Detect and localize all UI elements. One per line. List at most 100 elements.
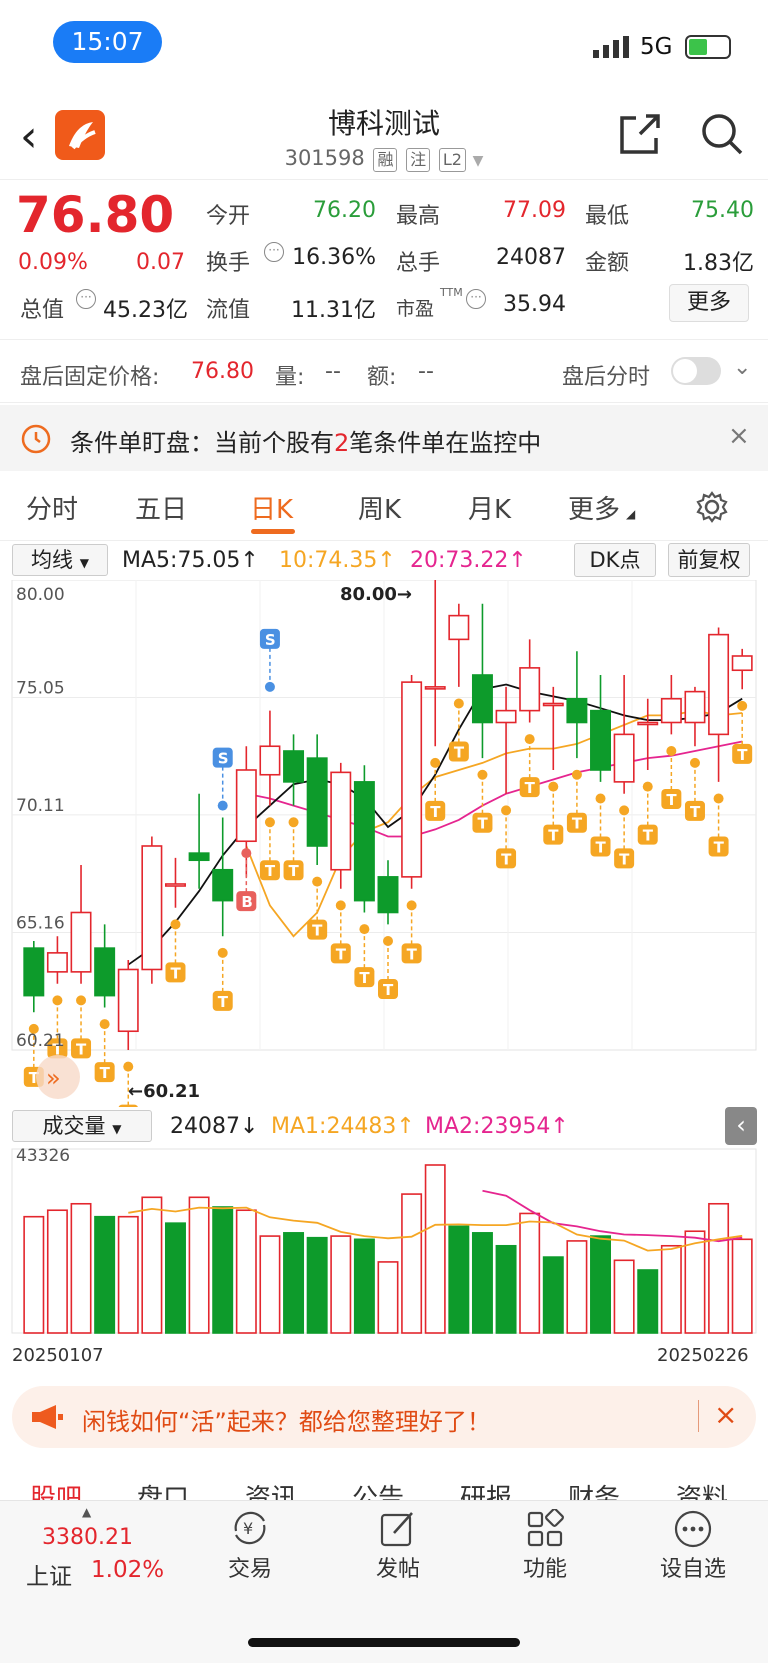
index-ticker[interactable]: ▲ 3380.21 上证 1.02%	[0, 1501, 175, 1601]
tab-monthly-k[interactable]: 月K	[468, 489, 511, 526]
divider	[698, 1400, 699, 1432]
promo-banner[interactable]: 闲钱如何“活”起来？都给您整理好了！ ×	[12, 1386, 756, 1448]
timer-icon	[21, 424, 51, 454]
volume-bar	[235, 1209, 257, 1334]
volume-bar	[23, 1215, 45, 1334]
volume-bar	[70, 1202, 92, 1334]
subtab-announcements[interactable]: 公告	[352, 1478, 404, 1500]
signal-t-text: T	[477, 815, 488, 833]
signal-t-text: T	[430, 803, 441, 821]
ma5-label: MA5:75.05↑	[122, 548, 259, 573]
tab-five-day[interactable]: 五日	[135, 489, 187, 526]
candle-body	[590, 709, 611, 771]
candle-body	[141, 845, 163, 971]
share-icon[interactable]	[618, 112, 662, 156]
dk-point-button[interactable]: DK点	[574, 543, 656, 577]
subtab-finance[interactable]: 财务	[568, 1478, 620, 1500]
signal-t-dot	[619, 805, 630, 816]
float-cap-label: 流值	[206, 298, 251, 323]
expand-chart-button[interactable]: »	[36, 1055, 80, 1099]
volume-max-label: 43326	[16, 1147, 70, 1166]
settings-gear-icon[interactable]	[695, 490, 729, 524]
volume-indicator-select[interactable]: 成交量 ▼	[12, 1110, 152, 1142]
candle-body	[684, 690, 706, 724]
volume-value-label: 24087↓	[170, 1114, 259, 1139]
after-hours-intraday-label: 盘后分时	[562, 365, 651, 390]
volume-bar	[259, 1235, 281, 1334]
collapse-panel-button[interactable]: ‹	[725, 1107, 757, 1145]
candle-body	[330, 771, 352, 871]
candle-body	[471, 674, 493, 724]
signal-t-dot	[359, 924, 370, 935]
volume-chart[interactable]: 43326 20250107 20250226	[0, 1147, 768, 1370]
megaphone-icon	[32, 1405, 63, 1429]
candle-body	[424, 686, 446, 690]
candle-body	[23, 947, 45, 997]
candle-body	[613, 733, 635, 783]
after-hours-vol: --	[325, 359, 341, 384]
after-hours-toggle[interactable]	[671, 357, 721, 385]
signal-t-text: T	[737, 746, 748, 764]
volume-bar	[330, 1235, 352, 1334]
amount-value: 1.83亿	[683, 251, 754, 276]
signal-t-dot	[524, 734, 535, 745]
ma20-label: 20:73.22↑	[410, 548, 527, 573]
volume-bar	[660, 1244, 682, 1334]
volume-bar	[117, 1215, 139, 1334]
turnover-value: 16.36%	[292, 245, 376, 270]
tab-more[interactable]: 更多	[568, 489, 620, 526]
signal-t-text: T	[596, 838, 607, 856]
tab-weekly-k[interactable]: 周K	[358, 489, 401, 526]
signal-t-text: T	[312, 922, 323, 940]
search-icon[interactable]	[700, 112, 744, 156]
candle-body	[70, 911, 92, 973]
candlestick-chart[interactable]: TTTTTTTTTTTTTTTTTTTTTTTTTTTTSSB 80.0075.…	[0, 580, 768, 1107]
volume-bar	[613, 1259, 635, 1334]
candle-body	[259, 745, 281, 776]
indicator-select[interactable]: 均线 ▼	[12, 544, 108, 576]
signal-t-dot	[264, 817, 275, 828]
trade-label: 交易	[227, 1557, 272, 1582]
volume-bar	[424, 1164, 446, 1334]
tab-daily-k[interactable]: 日K	[250, 489, 293, 526]
candle-body	[495, 709, 517, 724]
subtab-research[interactable]: 研报	[460, 1478, 512, 1500]
index-percent: 1.02%	[91, 1557, 165, 1583]
x-start-label: 20250107	[12, 1345, 104, 1366]
volume-legend-row: 成交量 ▼ 24087↓ MA1:24483↑ MA2:23954↑ ‹	[0, 1107, 768, 1147]
tab-intraday[interactable]: 分时	[26, 489, 78, 526]
vol-ma2-label: MA2:23954↑	[425, 1114, 569, 1139]
grid-apps-icon	[527, 1509, 564, 1547]
x-end-label: 20250226	[657, 1345, 749, 1366]
chevron-down-icon[interactable]: ⌄	[733, 355, 751, 380]
caret-down-icon[interactable]: ▼	[473, 153, 484, 169]
subtab-profile[interactable]: 资料	[676, 1478, 728, 1500]
open-label: 今开	[206, 204, 251, 229]
condition-order-alert[interactable]: 条件单盯盘：当前个股有2笔条件单在监控中 ×	[0, 405, 768, 471]
signal-t-text: T	[666, 791, 677, 809]
signal-t-text: T	[690, 803, 701, 821]
dropdown-icon: ▼	[79, 556, 89, 570]
close-icon[interactable]: ×	[714, 1398, 737, 1431]
subtab-news[interactable]: 资讯	[245, 1478, 297, 1500]
double-chevron-icon: »	[46, 1064, 61, 1092]
candle-body	[306, 757, 328, 847]
more-button[interactable]: 更多	[669, 284, 749, 322]
candle-body	[708, 633, 730, 736]
stock-code: 301598	[284, 146, 365, 170]
adjust-button[interactable]: 前复权	[668, 543, 750, 577]
signal-b-text: B	[241, 893, 252, 911]
subtab-forum[interactable]: 股吧	[30, 1478, 82, 1500]
volume-bar	[46, 1209, 68, 1334]
amount-label: 金额	[585, 251, 630, 276]
close-icon[interactable]: ×	[728, 421, 750, 451]
open-value: 76.20	[313, 198, 376, 223]
signal-t-dot	[453, 698, 464, 709]
volume-bar	[448, 1225, 470, 1334]
last-price: 76.80	[16, 186, 175, 244]
cellular-signal-icon	[593, 36, 629, 58]
candle-body	[94, 947, 116, 997]
subtab-orderbook[interactable]: 盘口	[137, 1478, 189, 1500]
triangle-up-icon: ▲	[82, 1505, 92, 1519]
signal-t-text: T	[619, 850, 630, 868]
